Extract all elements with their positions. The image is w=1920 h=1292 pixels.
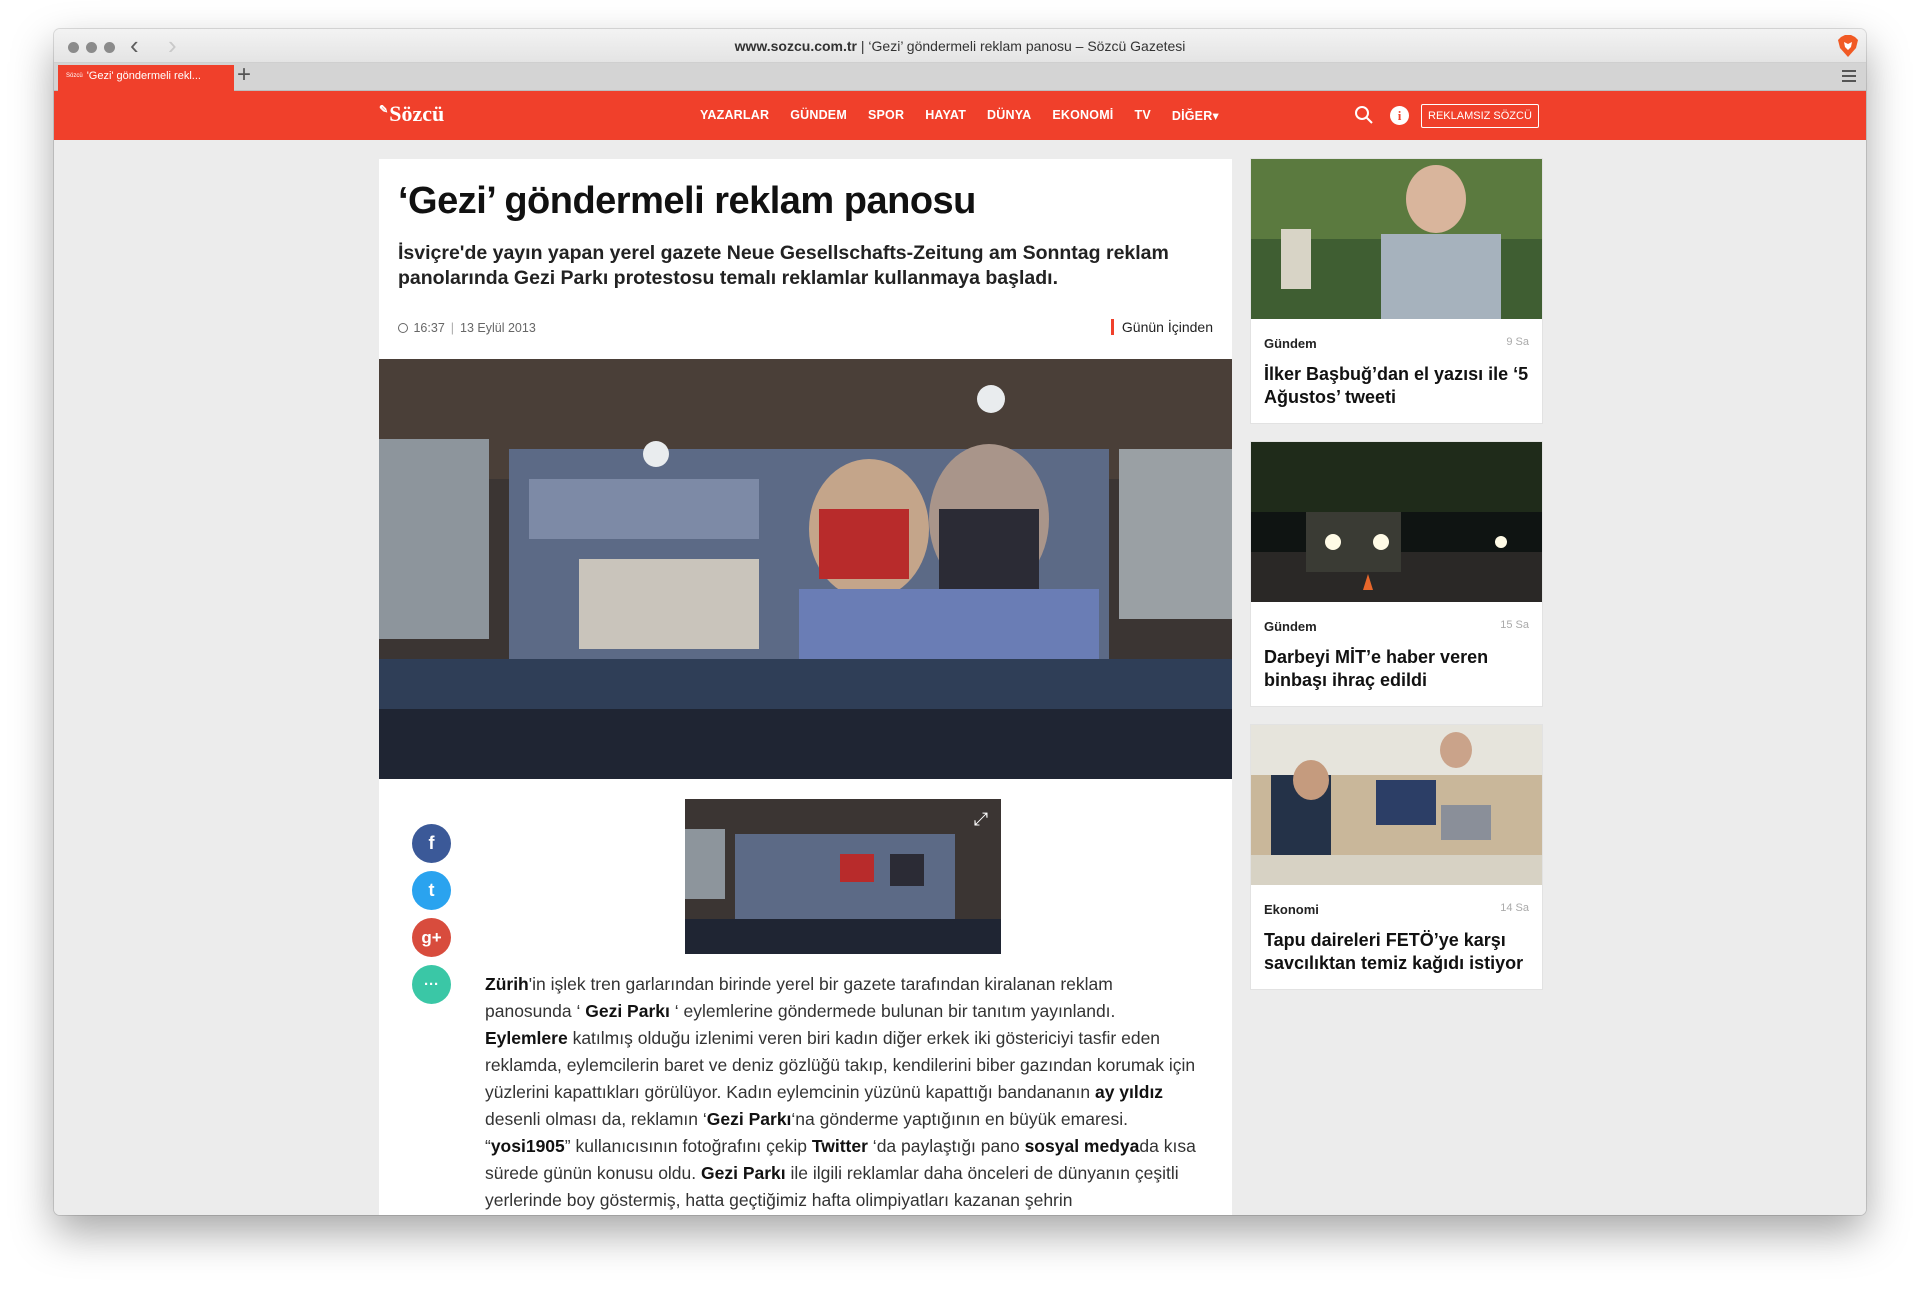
body-keyword: Twitter	[811, 1136, 868, 1156]
card-category: Gündem	[1264, 336, 1317, 351]
body-keyword: Gezi Parkı	[706, 1109, 792, 1129]
hero-photo	[379, 359, 1232, 779]
article-category[interactable]: Günün İçinden	[1110, 319, 1213, 335]
card-photo	[1251, 159, 1542, 319]
card-time-ago: 14 Sa	[1500, 902, 1529, 914]
body-text-run: ” kullanıcısının fotoğrafını çekip	[564, 1136, 812, 1156]
card-title[interactable]: Darbeyi MİT’e haber veren binbaşı ihraç …	[1264, 646, 1534, 692]
browser-window: ‹ › www.sozcu.com.tr | ‘Gezi’ göndermeli…	[54, 29, 1866, 1215]
body-keyword: Gezi Parkı	[585, 1001, 670, 1021]
body-keyword: sosyal medya	[1024, 1136, 1140, 1156]
tab-bar: Sözcü 'Gezi' göndermeli rekl... +	[54, 61, 1866, 91]
card-category: Gündem	[1264, 619, 1317, 634]
gallery-thumbnail[interactable]: ⤢	[685, 799, 1001, 954]
article-body: Zürih'in işlek tren garlarından birinde …	[485, 971, 1199, 1214]
article-date: 13 Eylül 2013	[460, 321, 536, 335]
article: ‘Gezi’ göndermeli reklam panosu İsviçre'…	[379, 159, 1232, 1215]
sidebar-card[interactable]: Ekonomi 14 Sa Tapu daireleri FETÖ’ye kar…	[1251, 725, 1542, 989]
card-title[interactable]: İlker Başbuğ’dan el yazısı ile ‘5 Ağusto…	[1264, 363, 1534, 409]
address-title[interactable]: www.sozcu.com.tr | ‘Gezi’ göndermeli rek…	[54, 38, 1866, 54]
article-lead: İsviçre'de yayın yapan yerel gazete Neue…	[398, 242, 1169, 289]
body-keyword: Gezi Parkı	[701, 1163, 786, 1183]
body-keyword: Zürih	[485, 974, 529, 994]
article-meta: 16:37 | 13 Eylül 2013	[398, 321, 536, 335]
search-icon[interactable]	[1354, 105, 1374, 125]
nav-tv[interactable]: TV	[1134, 108, 1150, 123]
article-time: 16:37	[413, 321, 445, 335]
new-tab-plus-icon[interactable]: +	[237, 61, 251, 89]
nav-dunya[interactable]: DÜNYA	[987, 108, 1031, 123]
nav-yazarlar[interactable]: YAZARLAR	[700, 108, 769, 123]
card-title[interactable]: Tapu daireleri FETÖ’ye karşı savcılıktan…	[1264, 929, 1534, 975]
nav-spor[interactable]: SPOR	[868, 108, 904, 123]
nav-hayat[interactable]: HAYAT	[925, 108, 966, 123]
tab-favicon: Sözcü	[66, 73, 83, 79]
body-text-run: ‘da paylaştığı pano	[867, 1136, 1025, 1156]
clock-icon	[398, 323, 408, 333]
body-keyword: ay yıldız	[1094, 1082, 1164, 1102]
nav-diger[interactable]: DİĞER▾	[1172, 108, 1219, 123]
sidebar-card[interactable]: Gündem 15 Sa Darbeyi MİT’e haber veren b…	[1251, 442, 1542, 706]
card-time-ago: 15 Sa	[1500, 619, 1529, 631]
card-photo	[1251, 725, 1542, 885]
card-category: Ekonomi	[1264, 902, 1319, 917]
nav-ekonomi[interactable]: EKONOMİ	[1052, 108, 1113, 123]
sozcu-logo[interactable]: ✎Sözcü	[379, 101, 444, 127]
sidebar: Gündem 9 Sa İlker Başbuğ’dan el yazısı i…	[1251, 159, 1542, 1008]
body-keyword: Eylemlere	[485, 1028, 568, 1048]
tab-label: 'Gezi' göndermeli rekl...	[86, 70, 201, 82]
adfree-sozcu-button[interactable]: REKLAMSIZ SÖZCÜ	[1421, 104, 1539, 128]
active-tab[interactable]: Sözcü 'Gezi' göndermeli rekl...	[58, 65, 234, 91]
hamburger-menu-icon[interactable]	[1842, 70, 1856, 85]
googleplus-share-icon[interactable]: g+	[412, 918, 451, 957]
url-text: www.sozcu.com.tr	[734, 38, 857, 54]
info-icon[interactable]: i	[1390, 106, 1409, 125]
title-bar: ‹ › www.sozcu.com.tr | ‘Gezi’ göndermeli…	[54, 29, 1866, 63]
main-nav: YAZARLAR GÜNDEM SPOR HAYAT DÜNYA EKONOMİ…	[700, 108, 1240, 123]
thumbnail-photo	[685, 799, 1001, 954]
site-header: ✎Sözcü YAZARLAR GÜNDEM SPOR HAYAT DÜNYA …	[54, 91, 1866, 140]
facebook-share-icon[interactable]: f	[412, 824, 451, 863]
card-time-ago: 9 Sa	[1506, 336, 1529, 348]
body-keyword: yosi1905	[490, 1136, 565, 1156]
page-content: ‘Gezi’ göndermeli reklam panosu İsviçre'…	[54, 140, 1866, 1215]
nav-gundem[interactable]: GÜNDEM	[790, 108, 847, 123]
more-share-icon[interactable]: ···	[412, 965, 451, 1004]
article-headline: ‘Gezi’ göndermeli reklam panosu	[398, 180, 976, 222]
brave-lion-icon[interactable]	[1838, 35, 1858, 57]
card-photo	[1251, 442, 1542, 602]
sidebar-card[interactable]: Gündem 9 Sa İlker Başbuğ’dan el yazısı i…	[1251, 159, 1542, 423]
social-share: f t g+ ···	[412, 824, 451, 1004]
twitter-share-icon[interactable]: t	[412, 871, 451, 910]
page-title-text: ‘Gezi’ göndermeli reklam panosu – Sözcü …	[868, 38, 1186, 54]
expand-icon[interactable]: ⤢	[969, 807, 993, 831]
body-text-run: katılmış olduğu izlenimi veren biri kadı…	[485, 1028, 1196, 1102]
body-text-run: desenli olması da, reklamın ‘	[485, 1109, 707, 1129]
body-text-run: ‘ eylemlerine göndermede bulunan bir tan…	[669, 1001, 1116, 1021]
